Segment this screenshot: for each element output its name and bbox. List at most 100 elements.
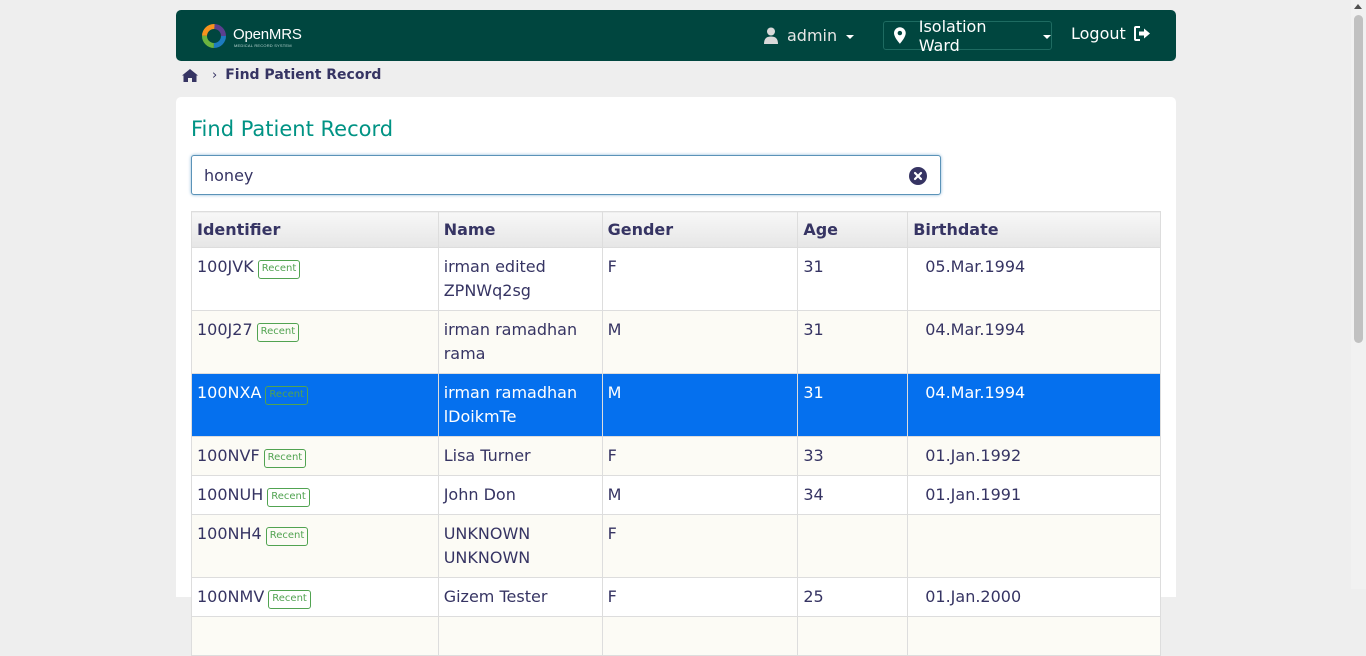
identifier-text: 100NXA (197, 383, 262, 402)
cell-identifier: 100JVK Recent (191, 247, 439, 311)
name-line: UNKNOWN (443, 524, 531, 543)
cell-gender: M (601, 310, 799, 374)
cell-name: UNKNOWN UNKNOWN (437, 514, 603, 578)
cell-identifier: 100NMV Recent (191, 577, 439, 617)
logout-label: Logout (1071, 24, 1126, 43)
cell-name: irman edited ZPNWq2sg (437, 247, 603, 311)
identifier-text: 100NMV (197, 587, 265, 606)
name-line: UNKNOWN (443, 548, 531, 567)
cell-gender: M (601, 373, 799, 437)
table-row[interactable] (191, 616, 1161, 656)
name-line: ZPNWq2sg (443, 281, 531, 300)
user-name: admin (787, 25, 838, 45)
cell-age (797, 616, 909, 656)
table-header-row: Identifier Name Gender Age Birthdate (191, 211, 1161, 248)
scroll-up-arrow-icon[interactable] (1354, 4, 1362, 9)
identifier-text: 100J27 (197, 320, 253, 339)
home-icon[interactable] (182, 68, 198, 82)
identifier-text: 100NUH (197, 485, 264, 504)
column-header-identifier[interactable]: Identifier (191, 211, 439, 248)
chevron-down-icon (1043, 35, 1051, 39)
cell-birthdate (907, 616, 1161, 656)
user-menu[interactable]: admin (764, 24, 855, 46)
patient-search-box (191, 155, 941, 195)
cell-birthdate: 01.Jan.1991 (907, 475, 1161, 515)
name-line: irman ramadhan (443, 383, 578, 402)
column-header-birthdate[interactable]: Birthdate (907, 211, 1161, 248)
times-circle-icon[interactable] (909, 167, 927, 185)
name-line: Gizem Tester (443, 587, 548, 606)
table-row[interactable]: 100NUH Recent John Don M 34 01.Jan.1991 (191, 475, 1161, 515)
table-row[interactable]: 100NMV Recent Gizem Tester F 25 01.Jan.20… (191, 577, 1161, 617)
cell-age: 31 (797, 373, 909, 437)
cell-name: John Don (437, 475, 603, 515)
breadcrumb-current: Find Patient Record (225, 67, 382, 83)
cell-birthdate: 05.Mar.1994 (907, 247, 1161, 311)
cell-name: Lisa Turner (437, 436, 603, 476)
recent-badge: Recent (256, 323, 300, 342)
chevron-right-icon: › (212, 67, 218, 83)
location-menu[interactable]: Isolation Ward (883, 17, 1052, 55)
name-line: lDoikmTe (443, 407, 517, 426)
name-line: irman edited (443, 257, 546, 276)
column-header-name[interactable]: Name (437, 211, 603, 248)
cell-age: 31 (797, 247, 909, 311)
cell-name: irman ramadhan rama (437, 310, 603, 374)
cell-birthdate: 04.Mar.1994 (907, 310, 1161, 374)
location-name: Isolation Ward (918, 16, 987, 55)
cell-identifier: 100NUH Recent (191, 475, 439, 515)
logo-subtext: MEDICAL RECORD SYSTEM (234, 43, 292, 48)
cell-gender: F (601, 514, 799, 578)
map-marker-icon (894, 27, 906, 44)
cell-name (437, 616, 603, 656)
cell-identifier: 100NXA Recent (191, 373, 439, 437)
cell-birthdate: 04.Mar.1994 (907, 373, 1161, 437)
table-row[interactable]: 100NH4 Recent UNKNOWN UNKNOWN F (191, 514, 1161, 578)
cell-gender: M (601, 475, 799, 515)
app-header: OpenMRS MEDICAL RECORD SYSTEM admin Isol… (176, 10, 1176, 61)
name-line: John Don (443, 485, 516, 504)
cell-age (797, 514, 909, 578)
cell-gender: F (601, 247, 799, 311)
table-row[interactable]: 100J27 Recent irman ramadhan rama M 31 04.… (191, 310, 1161, 374)
column-header-age[interactable]: Age (797, 211, 909, 248)
recent-badge: Recent (263, 449, 307, 468)
table-row[interactable]: 100NVF Recent Lisa Turner F 33 01.Jan.199… (191, 436, 1161, 476)
recent-badge: Recent (265, 527, 309, 546)
identifier-text: 100JVK (197, 257, 254, 276)
name-line: irman ramadhan (443, 320, 578, 339)
main-content: Find Patient Record Identifier Name Gend… (176, 97, 1176, 656)
identifier-text: 100NVF (197, 446, 260, 465)
logout-link[interactable]: Logout (1071, 24, 1151, 43)
patient-search-input[interactable] (193, 157, 893, 193)
identifier-text: 100NH4 (197, 524, 262, 543)
cell-identifier: 100J27 Recent (191, 310, 439, 374)
cell-age: 25 (797, 577, 909, 617)
name-line: Lisa Turner (443, 446, 531, 465)
patient-results-table: Identifier Name Gender Age Birthdate 100… (191, 211, 1161, 656)
scrollbar-thumb[interactable] (1354, 15, 1363, 343)
cell-age: 34 (797, 475, 909, 515)
page-scrollbar[interactable] (1351, 0, 1366, 589)
cell-age: 31 (797, 310, 909, 374)
cell-name: Gizem Tester (437, 577, 603, 617)
cell-identifier (191, 616, 439, 656)
recent-badge: Recent (257, 260, 301, 279)
table-row[interactable]: 100JVK Recent irman edited ZPNWq2sg F 31 0… (191, 247, 1161, 311)
cell-gender: F (601, 436, 799, 476)
table-row-selected[interactable]: 100NXA Recent irman ramadhan lDoikmTe M 31… (191, 373, 1161, 437)
cell-identifier: 100NVF Recent (191, 436, 439, 476)
cell-birthdate (907, 514, 1161, 578)
recent-badge: Recent (265, 386, 308, 405)
user-icon (764, 27, 778, 44)
cell-gender: F (601, 577, 799, 617)
cell-age: 33 (797, 436, 909, 476)
column-header-gender[interactable]: Gender (601, 211, 799, 248)
page-title: Find Patient Record (191, 117, 394, 141)
logo-text: OpenMRS (233, 26, 302, 43)
sign-out-icon (1133, 26, 1150, 41)
cell-name: irman ramadhan lDoikmTe (437, 373, 603, 437)
cell-birthdate: 01.Jan.2000 (907, 577, 1161, 617)
recent-badge: Recent (267, 488, 310, 507)
cell-identifier: 100NH4 Recent (191, 514, 439, 578)
